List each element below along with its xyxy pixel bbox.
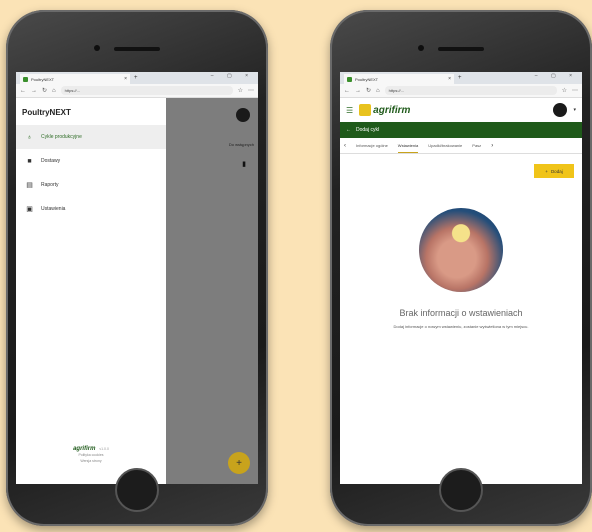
report-icon: ▤ <box>26 182 33 189</box>
favorites-icon[interactable]: ☆ <box>562 87 567 94</box>
window-controls[interactable]: – ▢ × <box>211 73 254 79</box>
chevron-down-icon[interactable]: ▾ <box>573 107 576 113</box>
menu-item-reports[interactable]: ▤ Raporty <box>16 173 166 197</box>
forward-icon[interactable]: → <box>31 88 37 94</box>
browser-tabbar: PoultryNEXT × + – ▢ × <box>16 72 258 84</box>
favicon-icon <box>23 76 28 82</box>
earpiece <box>438 47 484 51</box>
front-camera <box>94 45 100 51</box>
url-field[interactable]: https://... <box>384 86 557 95</box>
browser-tab[interactable]: PoultryNEXT × <box>20 74 130 84</box>
reload-icon[interactable]: ↻ <box>366 87 371 94</box>
menu-item-label: Dostawy <box>41 158 61 164</box>
front-camera <box>418 45 424 51</box>
favicon-icon <box>347 76 352 82</box>
form-tabs: ‹ Informacje ogólne Wstawienia Upadki/br… <box>340 138 582 154</box>
cycle-icon: ♁ <box>26 133 33 141</box>
left-screen: PoultryNEXT × + – ▢ × ← → ↻ ⌂ https://..… <box>16 72 258 484</box>
menu-icon[interactable]: ⋯ <box>572 87 578 94</box>
add-fab-button[interactable]: + <box>228 452 250 474</box>
chevron-left-icon[interactable]: ‹ <box>344 143 346 149</box>
empty-state-subtitle: Dodaj informacje o nowym wstawieniu, zos… <box>393 324 529 329</box>
menu-icon[interactable]: ⋯ <box>248 87 254 94</box>
brand-text: agrifirm <box>373 104 411 116</box>
menu-item-label: Cykle produkcyjne <box>41 134 82 140</box>
reload-icon[interactable]: ↻ <box>42 87 47 94</box>
back-arrow-icon[interactable]: ← <box>346 127 351 133</box>
tab-general[interactable]: Informacje ogólne <box>356 139 388 152</box>
left-phone: PoultryNEXT × + – ▢ × ← → ↻ ⌂ https://..… <box>6 10 268 526</box>
tab-feed[interactable]: Pasz <box>472 139 481 152</box>
home-icon[interactable]: ⌂ <box>376 88 380 94</box>
menu-item-settings[interactable]: ▣ Ustawienia <box>16 197 166 221</box>
empty-state-title: Brak informacji o wstawieniach <box>399 308 523 318</box>
address-bar: ← → ↻ ⌂ https://... ☆ ⋯ <box>16 84 258 98</box>
nav-drawer: PoultryNEXT ♁ Cykle produkcyjne ■ Dostaw… <box>16 98 166 484</box>
truck-icon: ■ <box>27 157 32 165</box>
add-button-label: Dodaj <box>550 168 563 174</box>
app-header: ☰ agrifirm ▾ <box>340 98 582 122</box>
chevron-right-icon[interactable]: › <box>491 143 493 149</box>
new-tab-icon[interactable]: + <box>458 75 462 81</box>
drawer-scrim[interactable]: Do wstępnych ▮ + <box>166 98 258 484</box>
chick-in-hands-image <box>419 208 503 292</box>
page-title: Dodaj cykl <box>356 127 380 133</box>
drawer-title: PoultryNEXT <box>22 108 71 117</box>
page-toolbar: ← Dodaj cykl <box>340 122 582 138</box>
site-version-link[interactable]: Wersja strony <box>16 458 166 464</box>
menu-item-label: Ustawienia <box>41 206 66 212</box>
back-icon[interactable]: ← <box>344 88 350 94</box>
url-field[interactable]: https://... <box>60 86 233 95</box>
overlay-text: Do wstępnych <box>228 142 254 147</box>
plus-icon: + <box>545 168 548 174</box>
app-version: v1.0.0 <box>99 447 109 451</box>
close-tab-icon[interactable]: × <box>124 76 127 82</box>
avatar[interactable] <box>553 103 568 117</box>
avatar[interactable] <box>236 108 250 122</box>
menu-item-cycles[interactable]: ♁ Cykle produkcyjne <box>16 125 166 149</box>
drawer-footer: agrifirm v1.0.0 Polityka cookies Wersja … <box>16 446 166 464</box>
browser-tabbar: PoultryNEXT × + – ▢ × <box>340 72 582 84</box>
window-controls[interactable]: – ▢ × <box>535 73 578 79</box>
home-button[interactable] <box>439 468 483 512</box>
tab-losses[interactable]: Upadki/brakowanie <box>428 139 462 152</box>
menu-item-label: Raporty <box>41 182 59 188</box>
browser-tab-title: PoultryNEXT <box>31 76 55 82</box>
right-screen: PoultryNEXT × + – ▢ × ← → ↻ ⌂ https://..… <box>340 72 582 484</box>
address-bar: ← → ↻ ⌂ https://... ☆ ⋯ <box>340 84 582 98</box>
earpiece <box>114 47 160 51</box>
browser-tab-title: PoultryNEXT <box>355 76 379 82</box>
poultrynext-app: ☰ agrifirm ▾ ← Dodaj cykl ‹ Informacje o… <box>340 98 582 484</box>
browser-tab[interactable]: PoultryNEXT × <box>344 74 454 84</box>
close-tab-icon[interactable]: × <box>448 76 451 82</box>
back-icon[interactable]: ← <box>20 88 26 94</box>
poultrynext-app: PoultryNEXT ♁ Cykle produkcyjne ■ Dostaw… <box>16 98 258 484</box>
add-button[interactable]: + Dodaj <box>534 164 574 178</box>
tab-placements[interactable]: Wstawienia <box>397 139 419 153</box>
agrifirm-mark-icon <box>359 104 372 116</box>
right-phone: PoultryNEXT × + – ▢ × ← → ↻ ⌂ https://..… <box>330 10 592 526</box>
menu-item-deliveries[interactable]: ■ Dostawy <box>16 149 166 173</box>
new-tab-icon[interactable]: + <box>134 75 138 81</box>
delete-icon[interactable]: ▮ <box>242 160 246 168</box>
home-button[interactable] <box>115 468 159 512</box>
hamburger-menu-icon[interactable]: ☰ <box>346 106 353 115</box>
home-icon[interactable]: ⌂ <box>52 88 56 94</box>
forward-icon[interactable]: → <box>355 88 361 94</box>
settings-icon: ▣ <box>26 206 33 213</box>
favorites-icon[interactable]: ☆ <box>238 87 243 94</box>
agrifirm-logo: agrifirm <box>359 104 410 116</box>
